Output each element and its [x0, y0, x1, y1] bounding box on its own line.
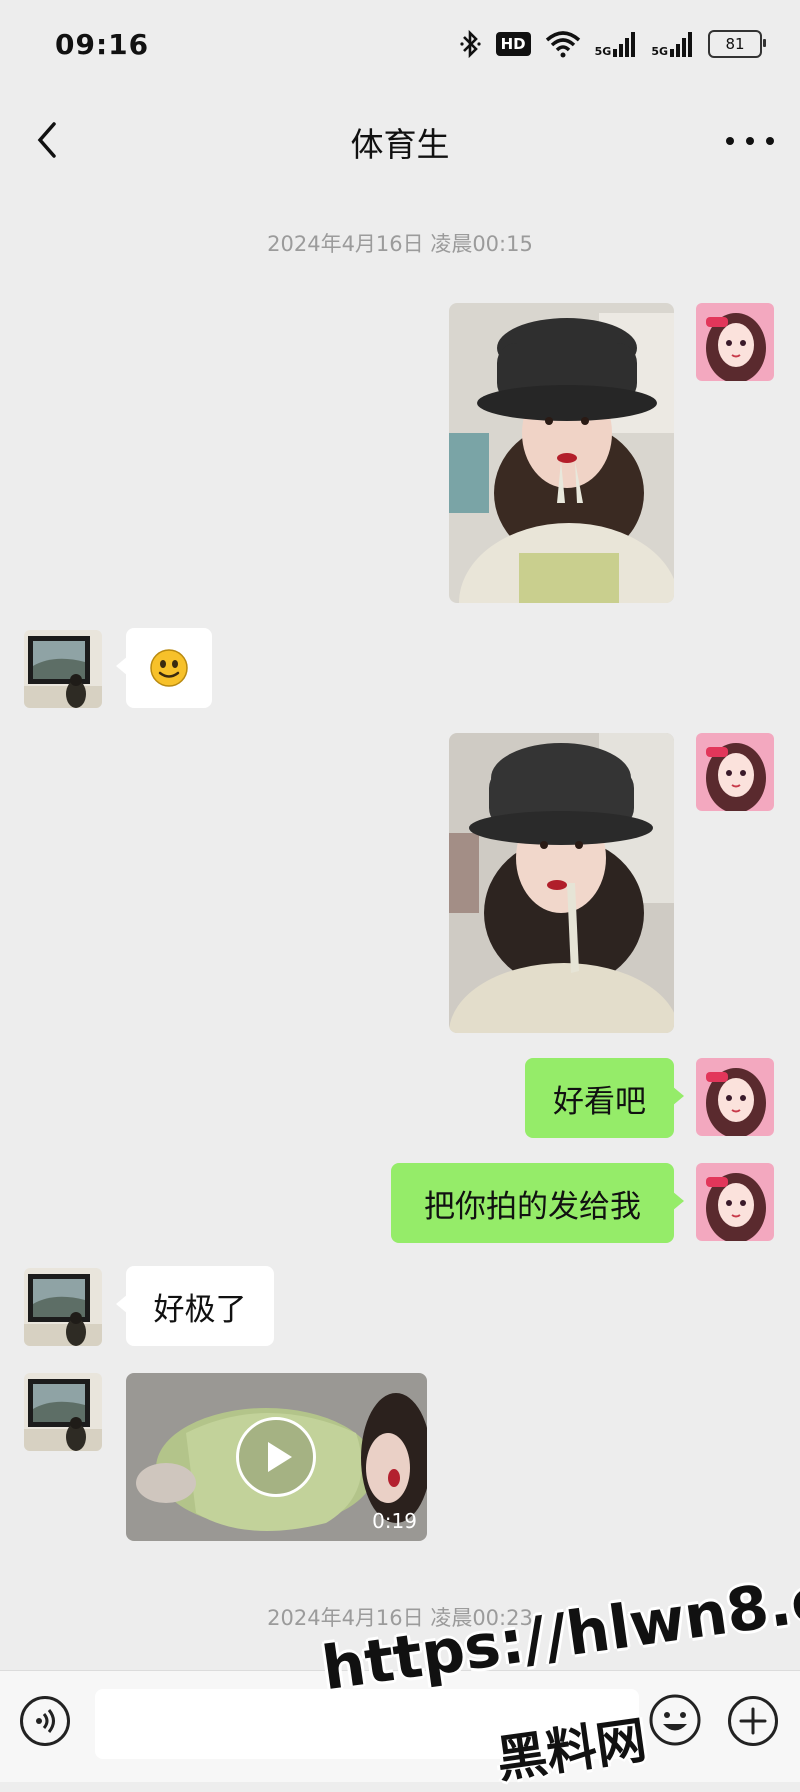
message-text: 把你拍的发给我: [424, 1188, 641, 1225]
battery-indicator: 81: [708, 30, 766, 58]
painting-avatar-image: [24, 630, 102, 708]
net-label-1: 5G: [594, 45, 612, 58]
sent-photo[interactable]: [449, 303, 674, 603]
bluetooth-icon: [460, 29, 481, 59]
sent-text-message[interactable]: 把你拍的发给我: [391, 1163, 684, 1243]
sent-photo[interactable]: [449, 733, 674, 1033]
message-text: 好极了: [153, 1291, 247, 1328]
wifi-icon: [545, 31, 580, 58]
emoji-icon: [649, 1694, 701, 1746]
anime-girl-avatar-image: [696, 303, 774, 381]
net-label-2: 5G: [651, 45, 668, 58]
signal-bars-icon: [670, 32, 692, 57]
anime-girl-avatar-image: [696, 1058, 774, 1136]
message-input-bar: [0, 1670, 800, 1782]
hd-badge: HD: [495, 32, 531, 56]
photo-selfie-image: [449, 733, 674, 1033]
received-text-message[interactable]: 好极了: [116, 1266, 274, 1346]
voice-button[interactable]: [20, 1696, 70, 1746]
smile-emoji-icon: [150, 649, 188, 687]
voice-icon: [36, 1709, 55, 1733]
message-text: 好看吧: [553, 1083, 646, 1120]
received-emoji-message[interactable]: [116, 628, 212, 708]
anime-girl-avatar-image: [696, 733, 774, 811]
my-avatar[interactable]: [696, 303, 774, 381]
more-options-button[interactable]: [726, 126, 774, 156]
signal-5g-1: 5G: [595, 31, 638, 57]
my-avatar[interactable]: [696, 1058, 774, 1136]
anime-girl-avatar-image: [696, 1163, 774, 1241]
more-dots-icon: [726, 137, 734, 145]
play-icon: [268, 1442, 292, 1472]
chat-title: 体育生: [350, 125, 450, 164]
emoji-button[interactable]: [648, 1693, 702, 1747]
message-timestamp: 2024年4月16日 凌晨00:23: [267, 1606, 533, 1630]
video-duration: 0:19: [372, 1509, 417, 1533]
signal-5g-2: 5G: [651, 31, 694, 57]
play-button[interactable]: [236, 1417, 316, 1497]
more-dot: [746, 137, 754, 145]
painting-avatar-image: [24, 1268, 102, 1346]
status-time: 09:16: [55, 28, 150, 61]
photo-selfie-image: [449, 303, 674, 603]
contact-avatar[interactable]: [24, 1268, 102, 1346]
status-icons: HD 5G 5G 81: [460, 26, 766, 62]
signal-bars-icon: [613, 32, 636, 57]
message-timestamp: 2024年4月16日 凌晨00:15: [267, 232, 533, 256]
received-video-message[interactable]: 0:19: [126, 1373, 427, 1541]
more-dot: [766, 137, 774, 145]
status-bar: 09:16 HD 5G 5G 81: [0, 0, 800, 90]
message-input[interactable]: [95, 1689, 639, 1759]
plus-icon: [739, 1707, 767, 1735]
my-avatar[interactable]: [696, 1163, 774, 1241]
contact-avatar[interactable]: [24, 1373, 102, 1451]
contact-avatar[interactable]: [24, 630, 102, 708]
more-functions-button[interactable]: [728, 1696, 778, 1746]
chat-header: 体育生: [0, 90, 800, 190]
painting-avatar-image: [24, 1373, 102, 1451]
my-avatar[interactable]: [696, 733, 774, 811]
sent-text-message[interactable]: 好看吧: [525, 1058, 684, 1138]
